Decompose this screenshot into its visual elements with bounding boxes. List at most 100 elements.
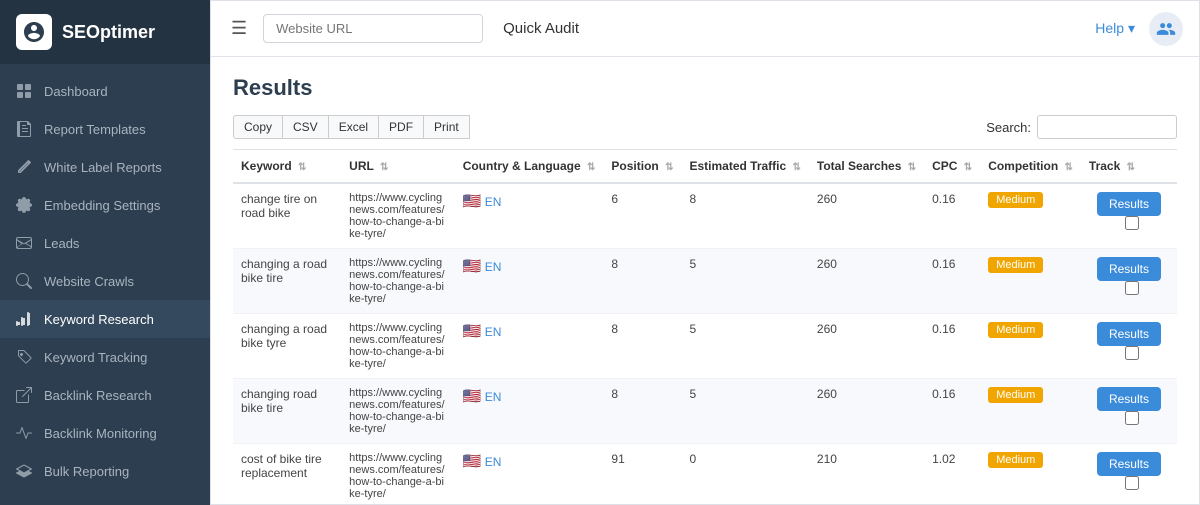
competition-badge: Medium <box>988 192 1043 208</box>
sidebar-label-embedding-settings: Embedding Settings <box>44 198 160 213</box>
flag-icon: 🇺🇸 <box>463 388 482 405</box>
cell-url: https://www.cyclingnews.com/features/how… <box>341 444 455 505</box>
cell-country: 🇺🇸 EN <box>455 249 604 314</box>
track-checkbox[interactable] <box>1125 476 1139 490</box>
results-button[interactable]: Results <box>1097 192 1161 216</box>
sidebar-label-dashboard: Dashboard <box>44 84 108 99</box>
cell-competition: Medium <box>980 379 1081 444</box>
sidebar-item-keyword-research[interactable]: Keyword Research <box>0 300 210 338</box>
language-label: EN <box>485 260 502 274</box>
pdf-button[interactable]: PDF <box>379 115 424 139</box>
col-cpc[interactable]: CPC ⇅ <box>924 150 980 184</box>
sidebar: SEOptimer Dashboard Report Templates Whi… <box>0 0 210 505</box>
content-area: Results Copy CSV Excel PDF Print Search:… <box>211 57 1199 504</box>
cell-position: 8 <box>603 379 681 444</box>
cell-track: Results <box>1081 249 1177 314</box>
sort-icon-keyword: ⇅ <box>298 162 306 173</box>
sidebar-item-leads[interactable]: Leads <box>0 224 210 262</box>
search-icon <box>16 273 32 289</box>
edit-icon <box>16 159 32 175</box>
cell-competition: Medium <box>980 183 1081 249</box>
cell-searches: 210 <box>809 444 924 505</box>
cell-url: https://www.cyclingnews.com/features/how… <box>341 183 455 249</box>
track-checkbox[interactable] <box>1125 411 1139 425</box>
sidebar-item-keyword-tracking[interactable]: Keyword Tracking <box>0 338 210 376</box>
competition-badge: Medium <box>988 322 1043 338</box>
grid-icon <box>16 83 32 99</box>
col-keyword[interactable]: Keyword ⇅ <box>233 150 341 184</box>
sidebar-item-dashboard[interactable]: Dashboard <box>0 72 210 110</box>
logo-icon <box>16 14 52 50</box>
col-total-searches[interactable]: Total Searches ⇅ <box>809 150 924 184</box>
table-body: change tire on road bike https://www.cyc… <box>233 183 1177 504</box>
sidebar-item-backlink-monitoring[interactable]: Backlink Monitoring <box>0 414 210 452</box>
track-checkbox[interactable] <box>1125 346 1139 360</box>
cell-cpc: 1.02 <box>924 444 980 505</box>
sidebar-label-report-templates: Report Templates <box>44 122 146 137</box>
col-country-language[interactable]: Country & Language ⇅ <box>455 150 604 184</box>
track-checkbox[interactable] <box>1125 281 1139 295</box>
help-button[interactable]: Help ▾ <box>1095 20 1135 37</box>
sidebar-label-bulk-reporting: Bulk Reporting <box>44 464 129 479</box>
cell-position: 6 <box>603 183 681 249</box>
layers-icon <box>16 463 32 479</box>
table-row: change tire on road bike https://www.cyc… <box>233 183 1177 249</box>
csv-button[interactable]: CSV <box>283 115 329 139</box>
results-button[interactable]: Results <box>1097 322 1161 346</box>
language-label: EN <box>485 195 502 209</box>
cell-searches: 260 <box>809 314 924 379</box>
col-estimated-traffic[interactable]: Estimated Traffic ⇅ <box>681 150 808 184</box>
cell-position: 8 <box>603 249 681 314</box>
main-content: ☰ Quick Audit Help ▾ Results Copy CSV Ex… <box>210 0 1200 505</box>
col-track[interactable]: Track ⇅ <box>1081 150 1177 184</box>
sidebar-label-backlink-monitoring: Backlink Monitoring <box>44 426 157 441</box>
col-competition[interactable]: Competition ⇅ <box>980 150 1081 184</box>
search-input[interactable] <box>1037 115 1177 139</box>
logo-text: SEOptimer <box>62 22 155 43</box>
cell-traffic: 5 <box>681 314 808 379</box>
user-avatar[interactable] <box>1149 12 1183 46</box>
sidebar-navigation: Dashboard Report Templates White Label R… <box>0 64 210 498</box>
results-button[interactable]: Results <box>1097 257 1161 281</box>
excel-button[interactable]: Excel <box>329 115 379 139</box>
external-link-icon <box>16 387 32 403</box>
hamburger-button[interactable]: ☰ <box>227 14 251 43</box>
track-checkbox[interactable] <box>1125 216 1139 230</box>
cell-searches: 260 <box>809 183 924 249</box>
sidebar-label-white-label-reports: White Label Reports <box>44 160 162 175</box>
sort-icon-traffic: ⇅ <box>793 162 801 173</box>
cell-keyword: changing road bike tire <box>233 379 341 444</box>
cell-url: https://www.cyclingnews.com/features/how… <box>341 379 455 444</box>
sort-icon-country: ⇅ <box>587 162 595 173</box>
quick-audit-button[interactable]: Quick Audit <box>495 20 587 37</box>
cell-competition: Medium <box>980 249 1081 314</box>
sidebar-label-keyword-tracking: Keyword Tracking <box>44 350 147 365</box>
sort-icon-url: ⇅ <box>380 162 388 173</box>
cell-cpc: 0.16 <box>924 249 980 314</box>
url-input[interactable] <box>263 14 483 43</box>
sort-icon-track: ⇅ <box>1127 162 1135 173</box>
col-url[interactable]: URL ⇅ <box>341 150 455 184</box>
sidebar-item-report-templates[interactable]: Report Templates <box>0 110 210 148</box>
results-button[interactable]: Results <box>1097 452 1161 476</box>
cell-track: Results <box>1081 444 1177 505</box>
sort-icon-competition: ⇅ <box>1065 162 1073 173</box>
cell-position: 91 <box>603 444 681 505</box>
sidebar-item-white-label-reports[interactable]: White Label Reports <box>0 148 210 186</box>
language-label: EN <box>485 390 502 404</box>
print-button[interactable]: Print <box>424 115 470 139</box>
sidebar-item-bulk-reporting[interactable]: Bulk Reporting <box>0 452 210 490</box>
table-controls: Copy CSV Excel PDF Print Search: <box>233 115 1177 139</box>
competition-badge: Medium <box>988 257 1043 273</box>
cell-keyword: changing a road bike tire <box>233 249 341 314</box>
cell-competition: Medium <box>980 314 1081 379</box>
copy-button[interactable]: Copy <box>233 115 283 139</box>
cell-country: 🇺🇸 EN <box>455 314 604 379</box>
sidebar-item-backlink-research[interactable]: Backlink Research <box>0 376 210 414</box>
cell-searches: 260 <box>809 379 924 444</box>
col-position[interactable]: Position ⇅ <box>603 150 681 184</box>
results-button[interactable]: Results <box>1097 387 1161 411</box>
sidebar-item-website-crawls[interactable]: Website Crawls <box>0 262 210 300</box>
sidebar-item-embedding-settings[interactable]: Embedding Settings <box>0 186 210 224</box>
sidebar-label-backlink-research: Backlink Research <box>44 388 152 403</box>
